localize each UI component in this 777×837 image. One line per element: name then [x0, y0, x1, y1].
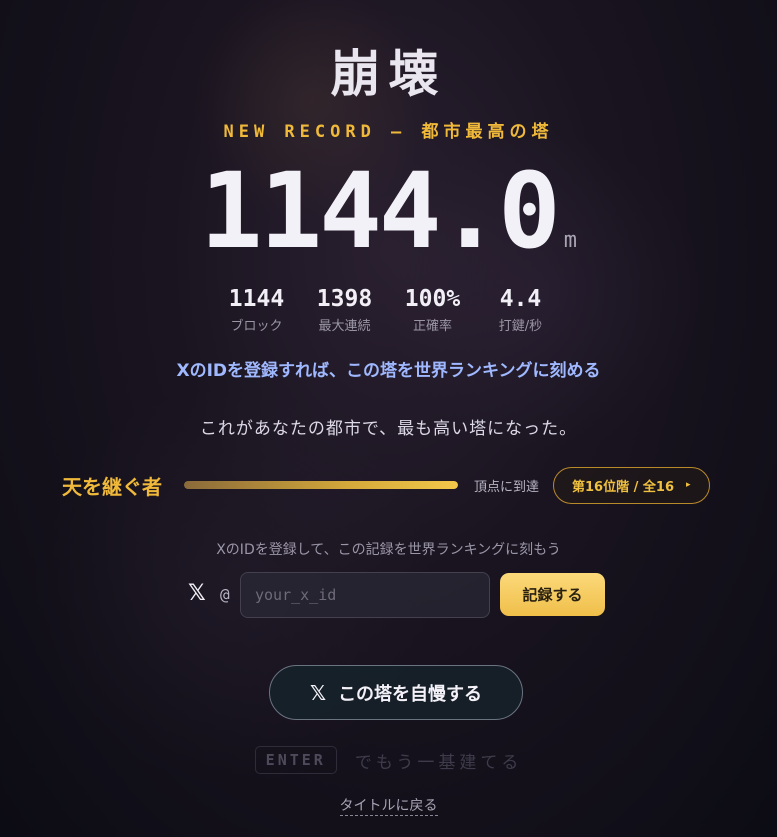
tower-height: 1144.0 m	[0, 150, 777, 272]
stat-accuracy: 100% 正確率	[403, 286, 463, 334]
x-logo-icon: 𝕏	[188, 581, 206, 606]
rank-progress: 天を継ぐ者 頂点に到達 第16位階 / 全16 ▸	[62, 466, 742, 504]
result-screen: 崩壊 NEW RECORD — 都市最高の塔 1144.0 m 1144 ブロック…	[0, 0, 777, 837]
rank-progress-fill	[184, 481, 458, 489]
x-logo-icon: 𝕏	[309, 680, 327, 705]
stat-max-combo: 1398 最大連続	[315, 286, 375, 334]
stat-value: 4.4	[499, 286, 542, 312]
retry-label: でもう一基建てる	[354, 752, 523, 773]
rank-progress-bar	[184, 481, 458, 489]
rank-floor-button[interactable]: 第16位階 / 全16 ▸	[553, 466, 710, 504]
stat-keys-per-second: 4.4 打鍵/秒	[491, 286, 551, 334]
stat-label: 正確率	[412, 319, 452, 334]
stat-value: 1144	[228, 286, 285, 312]
rank-reach-label: 頂点に到達	[474, 479, 540, 495]
new-record-label: NEW RECORD — 都市最高の塔	[223, 122, 554, 142]
back-to-title-link[interactable]: タイトルに戻る	[339, 798, 438, 816]
stat-label: 打鍵/秒	[498, 319, 543, 334]
enter-key-badge[interactable]: ENTER	[254, 746, 337, 774]
stat-label: ブロック	[230, 319, 283, 334]
height-unit: m	[563, 228, 577, 253]
x-id-input[interactable]	[240, 572, 490, 618]
share-tower-button[interactable]: 𝕏 この塔を自慢する	[269, 665, 523, 720]
rank-title: 天を継ぐ者	[62, 474, 162, 499]
ranking-cta-link[interactable]: XのIDを登録すれば、この塔を世界ランキングに刻める	[0, 356, 777, 381]
at-sign: @	[220, 585, 230, 604]
game-title: 崩壊	[330, 44, 447, 103]
stats-row: 1144 ブロック 1398 最大連続 100% 正確率 4.4 打鍵/秒	[0, 286, 777, 334]
register-hint: XのIDを登録して、この記録を世界ランキングに刻もう	[216, 542, 561, 558]
stat-blocks: 1144 ブロック	[227, 286, 287, 334]
result-message: これがあなたの都市で、最も高い塔になった。	[199, 419, 578, 439]
share-button-label: この塔を自慢する	[338, 683, 483, 705]
height-value: 1144.0	[200, 150, 561, 272]
play-arrow-icon: ▸	[686, 480, 691, 490]
stat-value: 100%	[404, 286, 461, 312]
stat-value: 1398	[316, 286, 373, 312]
save-record-button[interactable]: 記録する	[500, 573, 605, 616]
rank-floor-label: 第16位階 / 全16	[572, 479, 674, 495]
stat-label: 最大連続	[318, 319, 371, 334]
back-to-title: タイトルに戻る	[0, 795, 777, 816]
retry-hint: ENTER でもう一基建てる	[0, 746, 777, 774]
